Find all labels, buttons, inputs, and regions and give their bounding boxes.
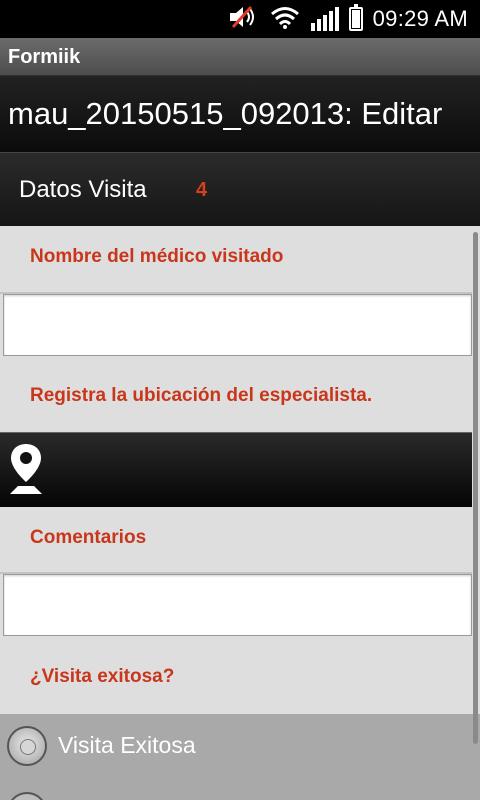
battery-icon [348, 4, 363, 31]
section-count-badge: 4 [196, 179, 208, 201]
page-title: mau_20150515_092013: Editar [0, 76, 480, 152]
comments-field[interactable] [3, 574, 472, 636]
signal-icon [310, 7, 339, 31]
status-bar: 09:29 AM [0, 0, 480, 38]
visit-success-label: ¿Visita exitosa? [30, 666, 175, 687]
radio-button-next[interactable] [7, 792, 47, 800]
section-header[interactable]: Datos Visita 4 [0, 152, 480, 226]
status-icons: 09:29 AM [227, 0, 468, 38]
section-title: Datos Visita [19, 176, 147, 203]
comments-label: Comentarios [30, 527, 147, 548]
location-button[interactable] [0, 432, 472, 507]
doctor-name-label: Nombre del médico visitado [30, 246, 284, 267]
scrollbar[interactable] [473, 232, 478, 744]
radio-option-visita-exitosa[interactable]: Visita Exitosa [0, 714, 480, 800]
radio-button[interactable] [7, 726, 47, 766]
form-content[interactable]: Nombre del médico visitado Registra la u… [0, 226, 480, 800]
location-label: Registra la ubicación del especialista. [30, 385, 373, 406]
mute-icon [227, 3, 259, 36]
app-name: Formiik [0, 38, 480, 76]
doctor-name-field[interactable] [3, 294, 472, 356]
wifi-icon [269, 4, 301, 35]
radio-label: Visita Exitosa [58, 732, 196, 758]
status-time: 09:29 AM [372, 6, 468, 31]
location-pin-icon [6, 442, 46, 503]
